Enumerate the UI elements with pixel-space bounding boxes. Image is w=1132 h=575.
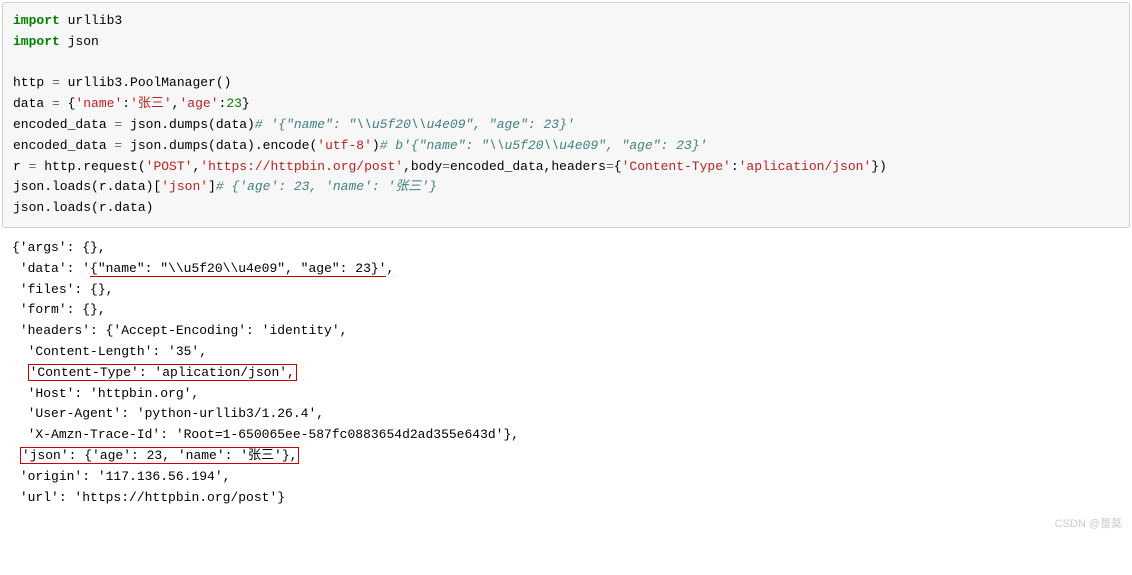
string: 'Content-Type' [622,159,731,174]
comment: # {'age': 23, 'name': '张三'} [216,179,437,194]
output-line: 'User-Agent': 'python-urllib3/1.26.4', [12,406,324,421]
code-text: { [614,159,622,174]
code-text: encoded_data [13,138,114,153]
string: 'json' [161,179,208,194]
code-text: data [13,96,52,111]
output-line: {'args': {}, [12,240,106,255]
operator: = [606,159,614,174]
code-text: encoded_data [13,117,114,132]
code-text: http [13,75,52,90]
code-text: urllib3 [60,13,122,28]
output-line [12,448,20,463]
output-line: 'data': ' [12,261,90,276]
code-text: r [13,159,29,174]
code-text: { [60,96,76,111]
code-text: ] [208,179,216,194]
keyword: import [13,13,60,28]
output-line [12,365,28,380]
string: 'aplication/json' [739,159,872,174]
output-line: 'headers': {'Accept-Encoding': 'identity… [12,323,347,338]
code-cell: import urllib3 import json http = urllib… [2,2,1130,228]
watermark: CSDN @蔷莫 [1055,516,1122,534]
highlight-json: 'json': {'age': 23, 'name': '张三'}, [20,447,300,464]
output-line: 'Host': 'httpbin.org', [12,386,199,401]
string: 'POST' [146,159,193,174]
string: 'age' [179,96,218,111]
code-text: json.dumps(data).encode( [122,138,317,153]
comment: # '{"name": "\\u5f20\\u4e09", "age": 23}… [255,117,575,132]
output-line: 'Content-Length': '35', [12,344,207,359]
output-line: 'X-Amzn-Trace-Id': 'Root=1-650065ee-587f… [12,427,519,442]
code-text: json.dumps(data) [122,117,255,132]
string: 'https://httpbin.org/post' [200,159,403,174]
operator: = [52,96,60,111]
code-text: ,body [403,159,442,174]
string: 'name' [75,96,122,111]
comment: # b'{"name": "\\u5f20\\u4e09", "age": 23… [380,138,708,153]
code-text: urllib3.PoolManager() [60,75,232,90]
highlight-content-type: 'Content-Type': 'aplication/json', [28,364,297,381]
code-text: }) [871,159,887,174]
code-text: : [731,159,739,174]
code-text: encoded_data,headers [450,159,606,174]
number: 23 [226,96,242,111]
output-line: 'files': {}, [12,282,113,297]
keyword: import [13,34,60,49]
code-text: } [242,96,250,111]
code-text: json.loads(r.data)[ [13,179,161,194]
output-line: , [386,261,394,276]
highlight-data: {"name": "\\u5f20\\u4e09", "age": 23}' [90,261,386,277]
code-text: json.loads(r.data) [13,200,153,215]
output-line: 'url': 'https://httpbin.org/post'} [12,490,285,505]
operator: = [442,159,450,174]
string: 'utf-8' [317,138,372,153]
code-text: ) [372,138,380,153]
output-line: 'origin': '117.136.56.194', [12,469,230,484]
output-line: 'form': {}, [12,302,106,317]
code-text: : [122,96,130,111]
output-cell: {'args': {}, 'data': '{"name": "\\u5f20\… [2,230,1130,537]
code-text: http.request( [36,159,145,174]
string: '张三' [130,96,172,111]
operator: = [52,75,60,90]
code-text: json [60,34,99,49]
